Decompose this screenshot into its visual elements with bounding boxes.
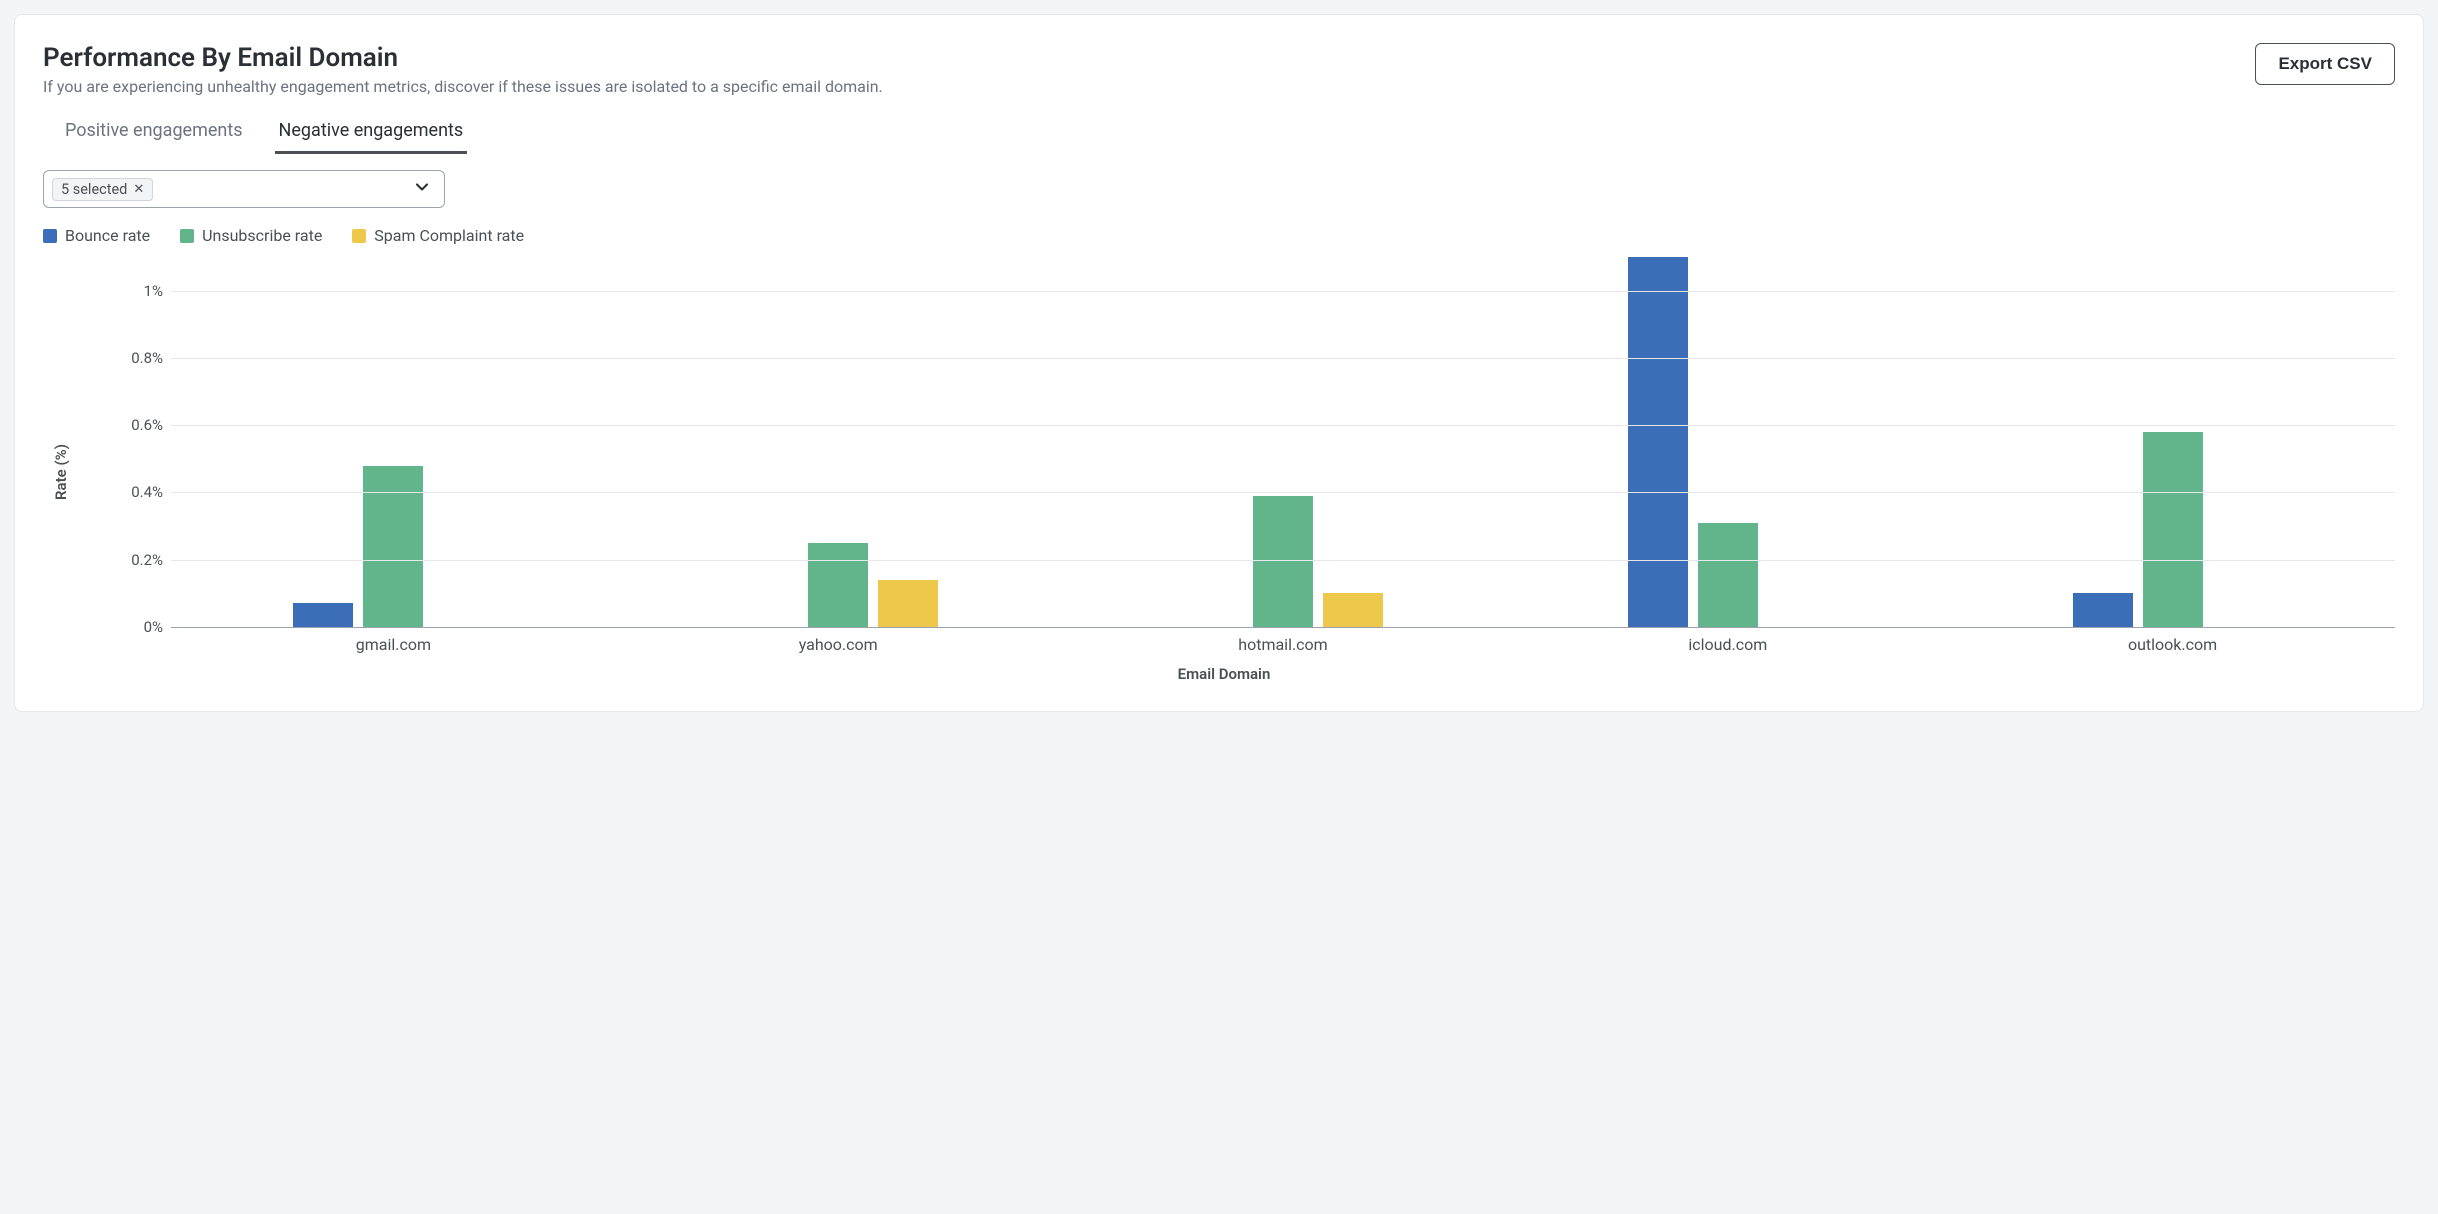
header-text: Performance By Email Domain If you are e… (43, 43, 883, 114)
filter-chip[interactable]: 5 selected ✕ (52, 178, 153, 201)
domain-filter-select[interactable]: 5 selected ✕ (43, 170, 445, 208)
legend-swatch-bounce (43, 229, 57, 243)
category-group: gmail.com (171, 257, 616, 627)
y-tick-label: 0% (101, 618, 163, 636)
clear-filter-icon[interactable]: ✕ (133, 182, 144, 197)
legend-spam[interactable]: Spam Complaint rate (352, 226, 524, 245)
bar-unsub[interactable] (808, 543, 868, 627)
bar-unsub[interactable] (1253, 496, 1313, 627)
grid-line (171, 291, 2395, 292)
bar-bounce[interactable] (1628, 257, 1688, 627)
legend-bounce[interactable]: Bounce rate (43, 226, 150, 245)
y-tick-label: 0.8% (101, 349, 163, 367)
legend-label-unsubscribe: Unsubscribe rate (202, 226, 322, 245)
card-title: Performance By Email Domain (43, 43, 883, 73)
bar-bounce[interactable] (293, 603, 353, 627)
x-category-label: outlook.com (2128, 635, 2217, 654)
y-axis-label: Rate (%) (52, 444, 70, 500)
tab-negative-engagements[interactable]: Negative engagements (275, 114, 468, 154)
category-group: outlook.com (1950, 257, 2395, 627)
card-header: Performance By Email Domain If you are e… (43, 43, 2395, 114)
x-category-label: icloud.com (1688, 635, 1767, 654)
y-tick-label: 0.6% (101, 416, 163, 434)
grid-line (171, 492, 2395, 493)
grid-line (171, 560, 2395, 561)
y-tick-label: 1% (101, 282, 163, 300)
legend-label-bounce: Bounce rate (65, 226, 150, 245)
legend-swatch-spam (352, 229, 366, 243)
category-group: yahoo.com (616, 257, 1061, 627)
performance-card: Performance By Email Domain If you are e… (14, 14, 2424, 712)
y-tick-label: 0.2% (101, 551, 163, 569)
y-tick-label: 0.4% (101, 483, 163, 501)
bar-bounce[interactable] (2073, 593, 2133, 627)
bar-unsub[interactable] (2143, 432, 2203, 627)
legend-unsubscribe[interactable]: Unsubscribe rate (180, 226, 322, 245)
grid-line (171, 358, 2395, 359)
legend-swatch-unsubscribe (180, 229, 194, 243)
x-axis-label: Email Domain (1178, 665, 1271, 683)
export-csv-button[interactable]: Export CSV (2255, 43, 2395, 85)
x-category-label: hotmail.com (1238, 635, 1327, 654)
category-group: hotmail.com (1061, 257, 1506, 627)
chart-legend: Bounce rate Unsubscribe rate Spam Compla… (43, 226, 2395, 245)
chart: Rate (%) gmail.comyahoo.comhotmail.comic… (53, 257, 2395, 687)
engagement-tabs: Positive engagements Negative engagement… (61, 114, 2395, 154)
legend-label-spam: Spam Complaint rate (374, 226, 524, 245)
filter-chip-label: 5 selected (61, 181, 127, 198)
bars-area: gmail.comyahoo.comhotmail.comicloud.como… (171, 257, 2395, 627)
baseline (171, 627, 2395, 628)
bar-spam[interactable] (1323, 593, 1383, 627)
bar-spam[interactable] (878, 580, 938, 627)
bar-unsub[interactable] (1698, 523, 1758, 627)
chevron-down-icon (412, 177, 432, 201)
category-group: icloud.com (1505, 257, 1950, 627)
x-category-label: gmail.com (356, 635, 431, 654)
tab-positive-engagements[interactable]: Positive engagements (61, 114, 247, 154)
grid-line (171, 425, 2395, 426)
x-category-label: yahoo.com (799, 635, 878, 654)
plot-area: gmail.comyahoo.comhotmail.comicloud.como… (101, 257, 2395, 627)
card-subtitle: If you are experiencing unhealthy engage… (43, 77, 883, 96)
bar-unsub[interactable] (363, 466, 423, 627)
